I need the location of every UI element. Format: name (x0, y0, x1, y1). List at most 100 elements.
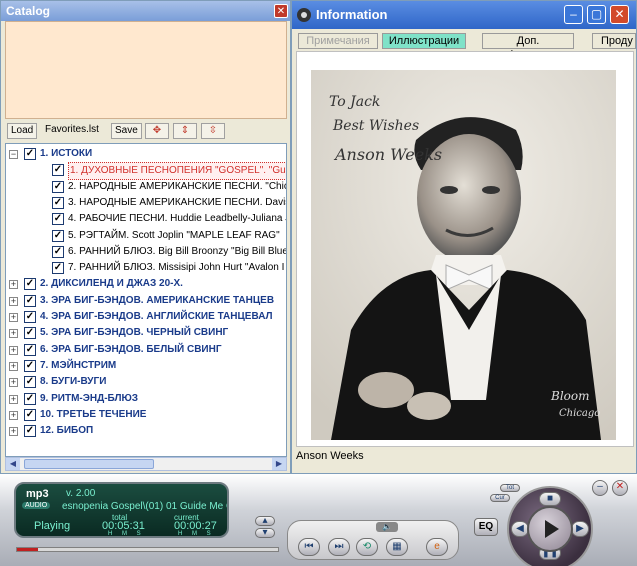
volume-down-button[interactable]: ▾ (255, 528, 275, 538)
top-mode-button-1[interactable]: Tot (500, 484, 520, 492)
tree-label: 1. ДУХОВНЫЕ ПЕСНОПЕНИЯ "GOSPEL". "Guide (68, 162, 286, 181)
inscription-line-1: To Jack (329, 94, 380, 110)
expand-icon[interactable]: + (9, 378, 18, 388)
tab-additional-info[interactable]: Доп. информация (482, 33, 574, 61)
tree-category-row[interactable]: + ✓ 6. ЭРА БИГ-БЭНДОВ. БЕЛЫЙ СВИНГ (6, 342, 286, 358)
checkbox[interactable]: ✓ (24, 311, 36, 323)
previous-track-button[interactable]: ⏮ (298, 538, 320, 556)
player-close-button[interactable]: ✕ (612, 480, 628, 496)
checkbox[interactable]: ✓ (52, 229, 64, 242)
checkbox[interactable]: ✓ (24, 148, 36, 160)
tab-notes[interactable]: Примечания (298, 33, 378, 49)
catalog-close-button[interactable]: ✕ (274, 4, 288, 18)
next-track-button[interactable]: ⏭ (328, 538, 350, 556)
tree-category-row[interactable]: + ✓ 8. БУГИ-ВУГИ (6, 374, 286, 390)
tree-track-row[interactable]: ✓ 7. РАННИЙ БЛЮЗ. Missisipi John Hurt "Av… (6, 260, 286, 276)
collapse-icon[interactable]: ⇳ (201, 123, 225, 139)
close-button[interactable]: ✕ (610, 5, 629, 24)
forward-button[interactable]: ▶ (571, 521, 589, 537)
browser-link-icon[interactable]: e (426, 538, 448, 556)
checkbox[interactable]: ✓ (52, 262, 64, 275)
play-button[interactable] (527, 506, 573, 552)
playlist-grid-button[interactable]: ▦ (386, 538, 408, 556)
mute-icon[interactable]: 🔈 (376, 522, 398, 532)
tree-label: 3. НАРОДНЫЕ АМЕРИКАНСКИЕ ПЕСНИ. Davis (68, 196, 287, 208)
checkbox[interactable]: ✓ (52, 180, 64, 193)
checkbox[interactable]: ✓ (24, 359, 36, 372)
tree-track-row[interactable]: ✓ 1. ДУХОВНЫЕ ПЕСНОПЕНИЯ "GOSPEL". "Guide (6, 162, 286, 181)
checkbox[interactable]: ✓ (24, 327, 36, 340)
expand-icon[interactable]: + (9, 361, 18, 371)
equalizer-button[interactable]: EQ (474, 518, 498, 536)
tab-products[interactable]: Проду (592, 33, 636, 49)
minimize-button[interactable]: – (564, 5, 583, 24)
checkbox[interactable]: ✓ (24, 294, 36, 307)
tree-label: 8. БУГИ-ВУГИ (40, 376, 107, 388)
seek-bar[interactable] (16, 547, 279, 552)
player-display: mp3 v. 2.00 AUDIO esnopenia Gospel\(01) … (14, 482, 229, 538)
save-button[interactable]: Save (111, 123, 142, 139)
tree-label: 7. РАННИЙ БЛЮЗ. Missisipi John Hurt "Ava… (68, 262, 285, 274)
maximize-button[interactable]: ▢ (587, 5, 606, 24)
expand-icon[interactable]: + (9, 313, 18, 322)
tab-illustrations[interactable]: Иллюстрации (382, 33, 466, 49)
tree-category-row[interactable]: − ✓ 1. ИСТОКИ (6, 146, 286, 162)
expand-icon[interactable]: + (9, 296, 18, 306)
checkbox[interactable]: ✓ (24, 278, 36, 291)
photographer-stamp-2: Chicago (559, 408, 600, 419)
checkbox[interactable]: ✓ (24, 392, 36, 405)
tree-category-row[interactable]: + ✓ 4. ЭРА БИГ-БЭНДОВ. АНГЛИЙСКИЕ ТАНЦЕВАЛ (6, 309, 286, 325)
tree-track-row[interactable]: ✓ 5. РЭГТАЙМ. Scott Joplin "MAPLE LEAF RA… (6, 228, 286, 244)
repeat-button[interactable]: ⟲ (356, 538, 378, 556)
tree-category-row[interactable]: + ✓ 7. МЭЙНСТРИМ (6, 358, 286, 374)
expand-icon[interactable]: + (9, 394, 18, 404)
checkbox[interactable]: ✓ (52, 196, 64, 209)
scroll-thumb[interactable] (24, 459, 154, 469)
move-all-directions-icon[interactable]: ✥ (145, 123, 169, 139)
tree-category-row[interactable]: + ✓ 5. ЭРА БИГ-БЭНДОВ. ЧЕРНЫЙ СВИНГ (6, 325, 286, 341)
checkbox[interactable]: ✓ (24, 376, 36, 389)
catalog-horizontal-scrollbar[interactable]: ◀ ▶ (5, 457, 287, 471)
expand-icon[interactable]: + (9, 345, 18, 355)
checkbox[interactable]: ✓ (52, 245, 64, 258)
top-mode-button-2[interactable]: Cur (490, 494, 510, 502)
tree-category-row[interactable]: + ✓ 3. ЭРА БИГ-БЭНДОВ. АМЕРИКАНСКИЕ ТАНЦЕВ (6, 293, 286, 309)
tree-category-row[interactable]: + ✓ 9. РИТМ-ЭНД-БЛЮЗ (6, 391, 286, 407)
load-button[interactable]: Load (7, 123, 38, 139)
collapse-icon[interactable]: − (9, 150, 18, 159)
move-up-down-icon[interactable]: ⇕ (173, 123, 197, 139)
information-titlebar[interactable]: Information (292, 1, 636, 29)
expand-icon[interactable]: + (9, 410, 18, 420)
playlist-filename: Favorites.lst (45, 124, 99, 135)
tree-label: 4. РАБОЧИЕ ПЕСНИ. Huddie Leadbelly-Julia… (68, 213, 287, 225)
expand-icon[interactable]: + (9, 427, 18, 437)
tree-label: 2. ДИКСИЛЕНД И ДЖАЗ 20-Х. (40, 278, 183, 290)
tree-track-row[interactable]: ✓ 2. НАРОДНЫЕ АМЕРИКАНСКИЕ ПЕСНИ. "Chick (6, 179, 286, 195)
info-tabs: Примечания Иллюстрации Доп. информация П… (296, 31, 636, 61)
total-hms: H M S (108, 531, 145, 537)
tree-label: 10. ТРЕТЬЕ ТЕЧЕНИЕ (40, 408, 147, 420)
catalog-notes-area[interactable] (5, 21, 287, 119)
player-minimize-button[interactable]: – (592, 480, 608, 496)
checkbox[interactable]: ✓ (24, 425, 36, 438)
tree-track-row[interactable]: ✓ 6. РАННИЙ БЛЮЗ. Big Bill Broonzy "Big B… (6, 244, 286, 260)
tree-track-row[interactable]: ✓ 4. РАБОЧИЕ ПЕСНИ. Huddie Leadbelly-Juli… (6, 211, 287, 227)
volume-up-button[interactable]: ▴ (255, 516, 275, 526)
checkbox[interactable]: ✓ (24, 343, 36, 356)
tree-category-row[interactable]: + ✓ 12. БИБОП (6, 423, 286, 439)
tree-category-row[interactable]: + ✓ 2. ДИКСИЛЕНД И ДЖАЗ 20-Х. (6, 276, 286, 292)
scroll-right-icon[interactable]: ▶ (272, 458, 286, 470)
scroll-left-icon[interactable]: ◀ (6, 458, 20, 470)
tree-label: 6. ЭРА БИГ-БЭНДОВ. БЕЛЫЙ СВИНГ (40, 343, 222, 355)
checkbox[interactable]: ✓ (52, 213, 64, 226)
checkbox[interactable]: ✓ (24, 408, 36, 421)
stop-button[interactable]: ■ (539, 492, 561, 506)
checkbox[interactable]: ✓ (52, 164, 64, 177)
tree-category-row[interactable]: + ✓ 10. ТРЕТЬЕ ТЕЧЕНИЕ (6, 407, 286, 423)
catalog-tree[interactable]: − ✓ 1. ИСТОКИ ✓ 1. ДУХОВНЫЕ ПЕСНОПЕНИЯ "GOSP… (5, 143, 287, 457)
tree-track-row[interactable]: ✓ 3. НАРОДНЫЕ АМЕРИКАНСКИЕ ПЕСНИ. Davis (6, 195, 287, 211)
expand-icon[interactable]: + (9, 280, 18, 290)
expand-icon[interactable]: + (9, 329, 18, 339)
inscription-line-2: Best Wishes (332, 118, 419, 134)
catalog-titlebar[interactable]: Catalog (1, 1, 290, 21)
